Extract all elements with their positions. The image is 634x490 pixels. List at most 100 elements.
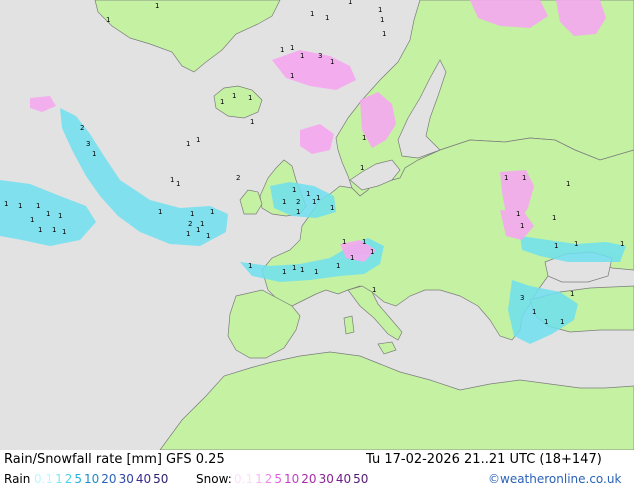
precip-label: 1: [46, 210, 50, 218]
rain-scale-value: 30: [118, 472, 134, 486]
precip-label: 1: [370, 248, 374, 256]
precipitation-map: 1111111113111111112311111211111111111111…: [0, 0, 634, 451]
precip-label: 2: [236, 174, 240, 182]
precip-label: 1: [380, 16, 384, 24]
precip-label: 2: [296, 198, 300, 206]
precip-label: 1: [520, 222, 524, 230]
rain-scale-value: 2: [64, 472, 73, 486]
precip-label: 1: [336, 262, 340, 270]
snow-legend: Snow:: [196, 472, 234, 486]
snow-legend-label: Snow:: [196, 472, 232, 486]
precip-label: 1: [314, 268, 318, 276]
precip-label: 1: [306, 190, 310, 198]
precip-label: 1: [362, 238, 366, 246]
precip-label: 1: [296, 208, 300, 216]
precip-label: 1: [190, 210, 194, 218]
precip-label: 1: [532, 308, 536, 316]
snow-scale-value: 1: [255, 472, 263, 486]
map-datetime: Tu 17-02-2026 21..21 UTC (18+147): [366, 452, 602, 467]
rain-scale: 0.1 1 2 5 10 20 30 40 50: [34, 472, 170, 486]
credit-link[interactable]: ©weatheronline.co.uk: [488, 472, 621, 486]
precip-label: 1: [372, 286, 376, 294]
precip-label: 1: [4, 200, 8, 208]
precip-label: 1: [292, 186, 296, 194]
rain-scale-value: 20: [101, 472, 117, 486]
precip-label: 1: [186, 140, 190, 148]
precip-label: 1: [155, 2, 159, 10]
precip-label: 1: [378, 6, 382, 14]
precip-label: 1: [330, 58, 334, 66]
snow-scale: 0.1 1 2 5 10 20 30 40 50: [234, 472, 370, 486]
precip-label: 1: [196, 226, 200, 234]
precip-label: 1: [206, 232, 210, 240]
precip-label: 1: [92, 150, 96, 158]
precip-label: 1: [312, 198, 316, 206]
precip-label: 1: [330, 204, 334, 212]
rain-scale-value: 5: [74, 472, 83, 486]
rain-scale-value: 10: [84, 472, 100, 486]
precip-label: 1: [566, 180, 570, 188]
precip-label: 2: [188, 220, 192, 228]
precip-label: 3: [318, 52, 322, 60]
precip-label: 1: [290, 72, 294, 80]
precip-label: 1: [620, 240, 624, 248]
precip-label: 1: [38, 226, 42, 234]
precip-label: 1: [342, 238, 346, 246]
precip-label: 1: [52, 226, 56, 234]
precip-label: 3: [86, 140, 90, 148]
precip-label: 1: [62, 228, 66, 236]
precip-label: 1: [220, 98, 224, 106]
snow-scale-value: 5: [274, 472, 283, 486]
rain-legend: Rain: [4, 472, 32, 486]
precip-label: 1: [282, 198, 286, 206]
precip-label: 1: [552, 214, 556, 222]
precip-label: 1: [516, 210, 520, 218]
snow-scale-value: 20: [301, 472, 317, 486]
snow-scale-value: 10: [284, 472, 300, 486]
precip-label: 1: [176, 180, 180, 188]
precip-label: 1: [292, 264, 296, 272]
precip-label: 1: [348, 0, 352, 6]
land-sardinia: [343, 315, 355, 335]
precip-label: 1: [200, 220, 204, 228]
rain-scale-value: 40: [135, 472, 152, 486]
precip-label: 1: [382, 30, 386, 38]
precip-label: 1: [280, 46, 284, 54]
precip-label: 1: [325, 14, 329, 22]
rain-legend-label: Rain: [4, 472, 31, 486]
snow-scale-value: 50: [353, 472, 369, 486]
precip-label: 1: [554, 242, 558, 250]
precip-label: 1: [350, 254, 354, 262]
precip-label: 1: [232, 92, 236, 100]
precip-label: 1: [58, 212, 62, 220]
precip-label: 1: [362, 134, 366, 142]
map-title: Rain/Snowfall rate [mm] GFS 0.25: [4, 452, 225, 467]
snow-scale-value: 30: [318, 472, 334, 486]
snow-scale-value: 2: [264, 472, 273, 486]
precip-label: 1: [360, 164, 364, 172]
precip-label: 1: [544, 318, 548, 326]
precip-label: 1: [504, 174, 508, 182]
rain-scale-value: 1: [55, 472, 63, 486]
map-canvas: 111 1111113111111112311 11 121 1 11 111 1 11 1 111…: [0, 0, 634, 451]
precip-label: 1: [570, 290, 574, 298]
precip-label: 1: [186, 230, 190, 238]
precip-label: 1: [36, 202, 40, 210]
precip-label: 1: [210, 208, 214, 216]
precip-label: 1: [106, 16, 110, 24]
precip-label: 2: [80, 124, 84, 132]
map-footer: Rain/Snowfall rate [mm] GFS 0.25 Tu 17-0…: [0, 450, 634, 490]
precip-label: 1: [248, 94, 252, 102]
precip-label: 1: [282, 268, 286, 276]
rain-scale-value: 50: [153, 472, 169, 486]
snow-scale-value: 40: [335, 472, 352, 486]
precip-label: 1: [158, 208, 162, 216]
precip-label: 1: [248, 262, 252, 270]
precip-label: 1: [250, 118, 254, 126]
precip-label: 1: [316, 194, 320, 202]
precip-label: 3: [520, 294, 524, 302]
snow-scale-value: 0.1: [234, 472, 254, 486]
precip-label: 1: [18, 202, 22, 210]
precip-label: 1: [310, 10, 314, 18]
precip-label: 1: [170, 176, 174, 184]
